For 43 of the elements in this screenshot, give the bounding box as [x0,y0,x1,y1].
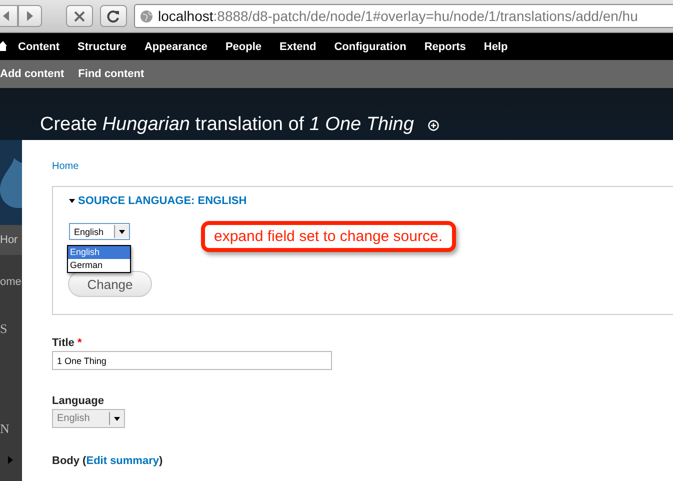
globe-icon [140,10,153,22]
title-input[interactable]: 1 One Thing [52,351,332,370]
fieldset-legend[interactable]: SOURCE LANGUAGE: ENGLISH [69,195,247,207]
close-icon [74,10,85,22]
background-text: ome [0,275,22,289]
shortcut-link[interactable]: Add content [0,68,70,80]
caret-down-icon [119,230,125,234]
background-text: S [0,322,8,336]
toolbar-link[interactable]: Reports [415,40,475,52]
field-label: Body (Edit summary) [52,455,164,467]
annotation-callout: expand field set to change source. [201,221,456,252]
toolbar-link[interactable]: Appearance [135,40,216,52]
language-select[interactable]: English [69,223,130,240]
back-button[interactable] [0,5,18,27]
toolbar-link[interactable]: Content [9,40,69,52]
address-bar[interactable]: localhost:8888/d8-patch/de/node/1#overlay=hu/node/1/translations/add/en/hu [134,4,673,28]
toolbar-link[interactable]: Help [474,40,517,52]
field-label: Language [52,395,105,407]
forward-arrow-icon [25,10,35,22]
reload-button[interactable] [100,5,127,27]
reload-icon [107,10,120,22]
toolbar-link[interactable]: Extend [270,40,326,52]
change-button[interactable]: Change [68,271,152,297]
stop-button[interactable] [66,5,93,27]
field-label: Title * [52,337,83,349]
back-arrow-icon [1,10,11,22]
overlay-title: Create Hungarian translation of 1 One Thing [40,114,414,136]
forward-button[interactable] [18,5,42,27]
triangle-icon [8,456,13,464]
toolbar-link[interactable]: Configuration [325,40,416,52]
add-shortcut-icon[interactable] [428,120,439,130]
required-mark: * [77,337,82,349]
background-text: Hor [0,233,18,247]
breadcrumb-link[interactable]: Home [52,161,79,172]
background-text: N [0,422,10,436]
dropdown-option[interactable]: English [68,246,130,259]
shortcut-link[interactable]: Find content [76,68,150,80]
toolbar-link[interactable]: Structure [68,40,136,52]
caret-down-icon [114,416,120,420]
edit-summary-link[interactable]: Edit summary [86,455,159,467]
home-icon[interactable] [0,41,7,52]
dropdown-option[interactable]: German [68,259,130,272]
toolbar-link[interactable]: People [216,40,271,52]
